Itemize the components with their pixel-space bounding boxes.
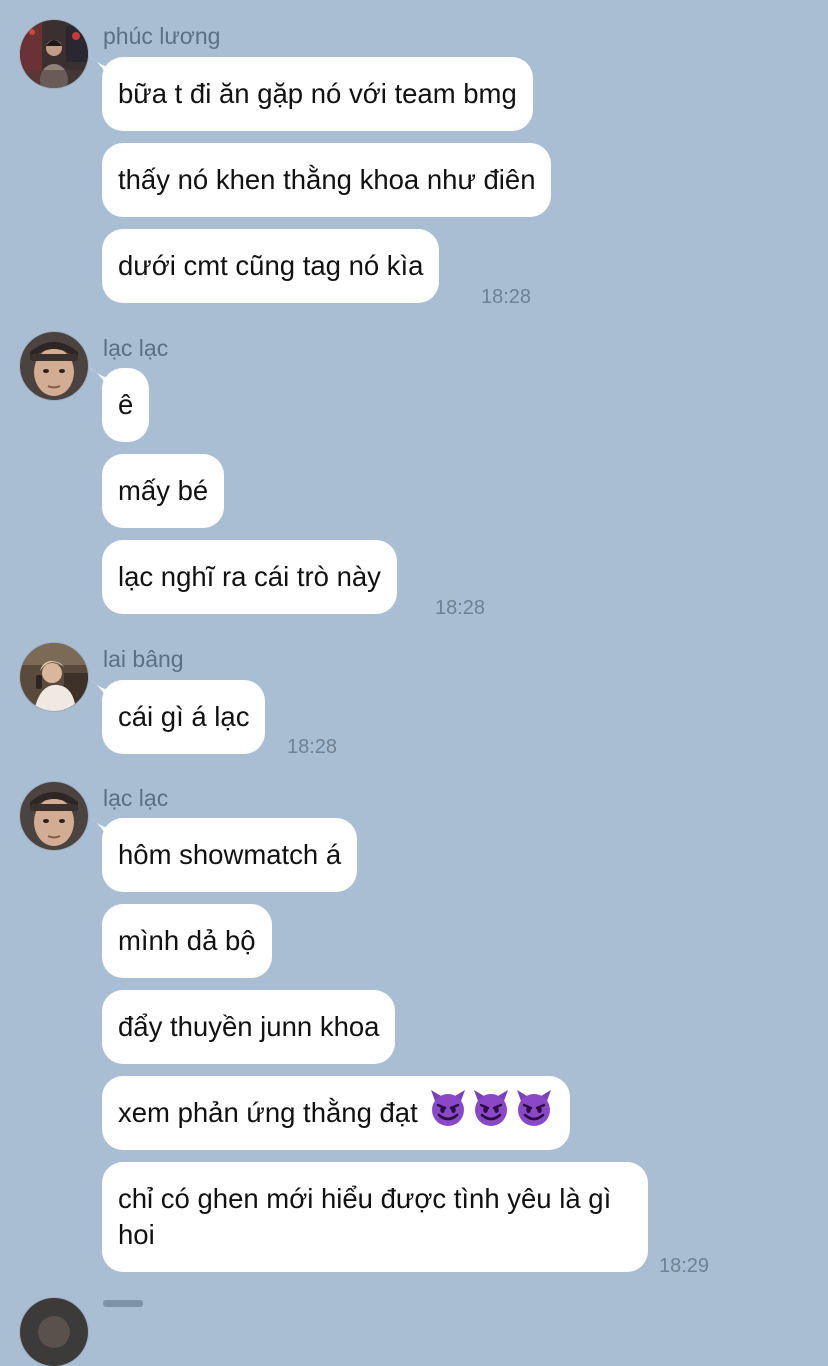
smiling-devil-emoji — [514, 1088, 554, 1128]
message-bubble[interactable]: hôm showmatch á — [102, 818, 358, 892]
avatar-lai-bang[interactable] — [20, 643, 88, 711]
sender-name-partial — [103, 1300, 143, 1307]
avatar-next[interactable] — [20, 1298, 88, 1366]
message-bubble[interactable]: mấy bé — [102, 454, 225, 528]
message-text: xem phản ứng thằng đạt — [118, 1097, 418, 1128]
avatar-phuc-luong[interactable] — [20, 20, 88, 88]
message-bubble[interactable]: ê — [102, 368, 150, 442]
avatar-lac-lac[interactable] — [20, 782, 88, 850]
message-bubble[interactable]: dưới cmt cũng tag nó kìa — [102, 229, 440, 303]
message-timestamp: 18:28 — [287, 736, 338, 758]
message-timestamp: 18:28 — [481, 286, 532, 308]
sender-name: lạc lạc — [103, 335, 169, 361]
message-bubble[interactable]: chỉ có ghen mới hiểu được tình yêu là gì… — [102, 1162, 648, 1272]
message-bubble[interactable]: lạc nghĩ ra cái trò này — [102, 540, 397, 614]
sender-name: phúc lương — [103, 23, 221, 49]
sender-name: lai bâng — [103, 646, 184, 672]
message-bubble[interactable]: bữa t đi ăn gặp nó với team bmg — [102, 57, 533, 131]
message-bubble[interactable]: cái gì á lạc — [102, 680, 266, 754]
message-bubble[interactable]: xem phản ứng thằng đạt — [102, 1076, 571, 1150]
sender-name: lạc lạc — [103, 785, 169, 811]
message-bubble[interactable]: mình dả bộ — [102, 904, 272, 978]
smiling-devil-emoji — [471, 1088, 511, 1128]
avatar-lac-lac[interactable] — [20, 332, 88, 400]
message-timestamp: 18:28 — [435, 597, 486, 619]
message-bubble[interactable]: thấy nó khen thằng khoa như điên — [102, 143, 552, 217]
chat-view[interactable]: phúc lương bữa t đi ăn gặp nó với team b… — [0, 0, 828, 1366]
message-bubble[interactable]: đẩy thuyền junn khoa — [102, 990, 396, 1064]
smiling-devil-emoji — [428, 1088, 468, 1128]
message-timestamp: 18:29 — [659, 1255, 710, 1277]
